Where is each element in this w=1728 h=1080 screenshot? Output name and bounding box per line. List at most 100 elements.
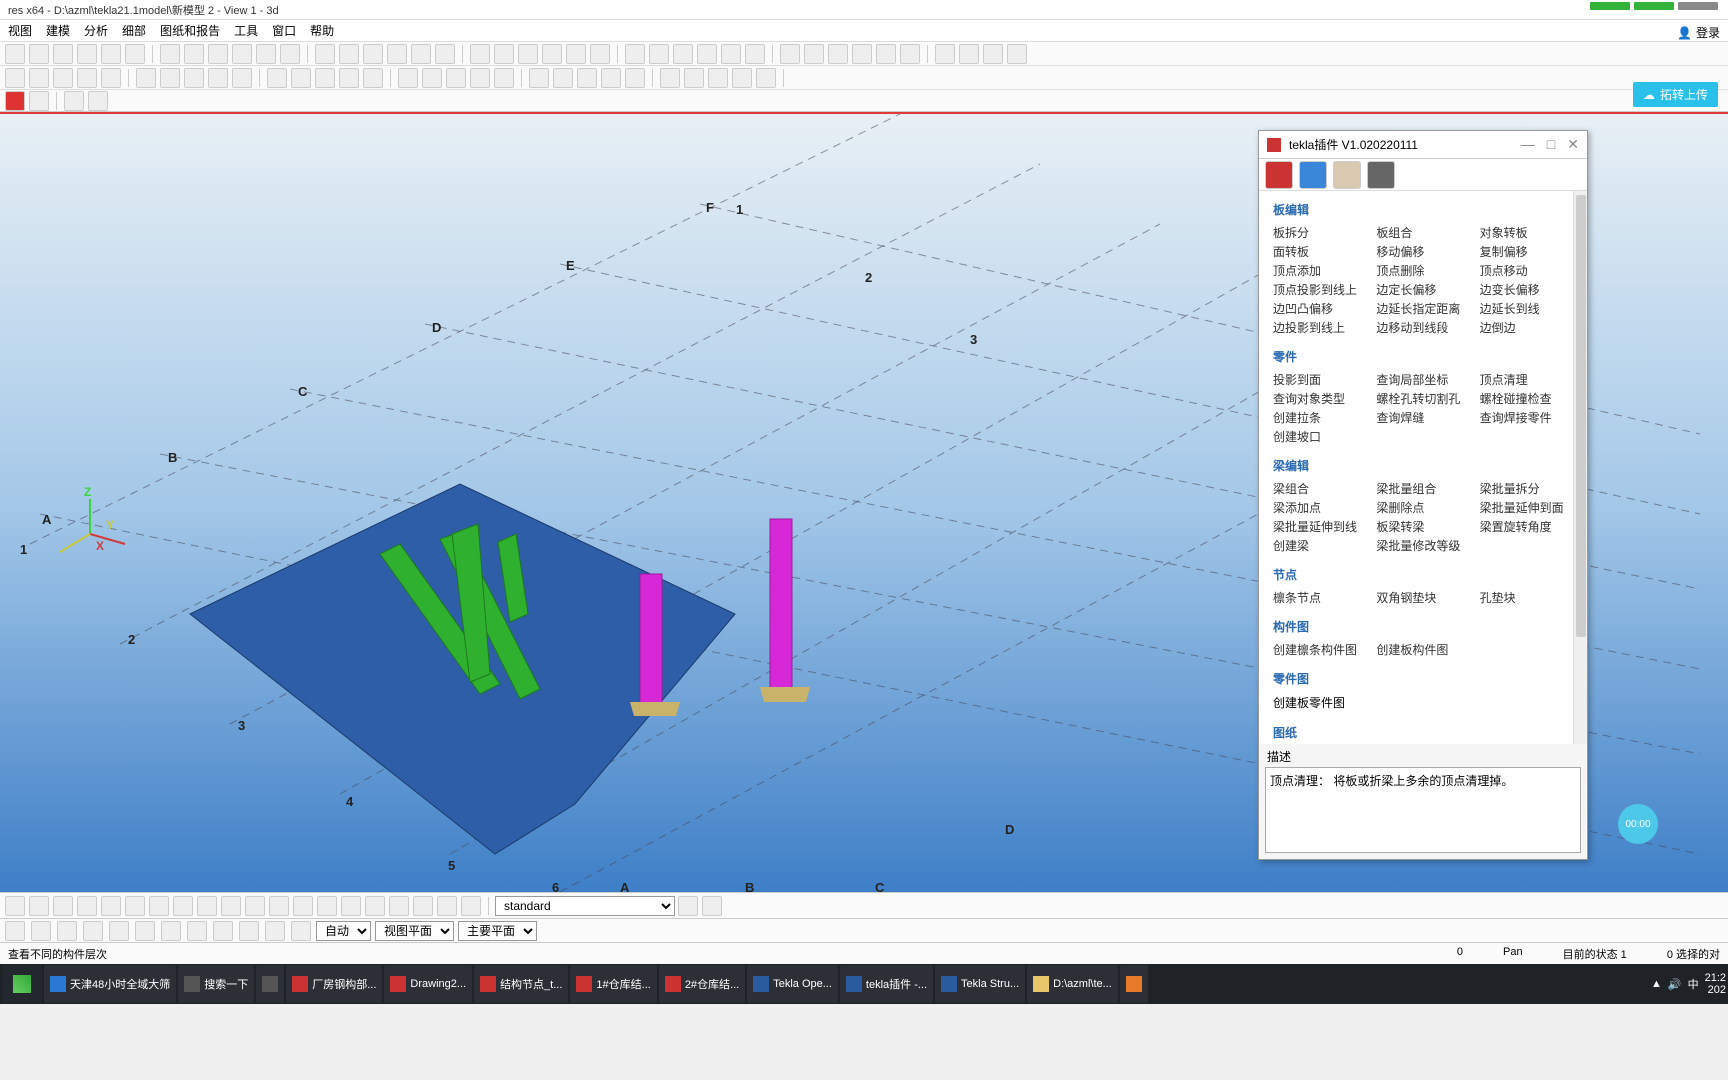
panel-command[interactable]: 边变长偏移 — [1480, 281, 1573, 298]
bottom-tool-button[interactable] — [125, 896, 145, 916]
toolbar-button[interactable] — [29, 91, 49, 111]
toolbar-button[interactable] — [101, 68, 121, 88]
panel-command[interactable]: 创建梁 — [1273, 537, 1366, 554]
tray-icon[interactable]: ▲ — [1651, 978, 1662, 990]
taskbar-item[interactable] — [256, 965, 284, 1003]
section-header[interactable]: 板编辑 — [1267, 197, 1579, 222]
taskbar-item[interactable]: D:\azml\te... — [1027, 965, 1118, 1003]
bottom-tool-button[interactable] — [29, 896, 49, 916]
menu-tools[interactable]: 工具 — [234, 22, 258, 39]
toolbar-button[interactable] — [5, 68, 25, 88]
toolbar-button[interactable] — [232, 68, 252, 88]
toolbar-button[interactable] — [29, 44, 49, 64]
system-tray[interactable]: ▲ 🔊 中 21:2 202 — [1651, 972, 1726, 996]
toolbar-button[interactable] — [780, 44, 800, 64]
toolbar-button[interactable] — [601, 68, 621, 88]
panel-command[interactable]: 创建板零件图 — [1273, 693, 1573, 712]
bottom-tool-button[interactable] — [293, 896, 313, 916]
menu-window[interactable]: 窗口 — [272, 22, 296, 39]
flag-icon[interactable] — [5, 91, 25, 111]
taskbar-item[interactable]: Tekla Ope... — [747, 965, 838, 1003]
panel-command[interactable]: 螺栓孔转切割孔 — [1376, 390, 1469, 407]
panel-command[interactable]: 复制偏移 — [1480, 243, 1573, 260]
toolbar-button[interactable] — [184, 68, 204, 88]
start-button[interactable] — [2, 965, 42, 1003]
toolbar-button[interactable] — [553, 68, 573, 88]
toolbar-button[interactable] — [77, 44, 97, 64]
bottom-tool-button[interactable] — [173, 896, 193, 916]
toolbar-button[interactable] — [136, 68, 156, 88]
toolbar-button[interactable] — [208, 44, 228, 64]
panel-command[interactable]: 梁批量延伸到面 — [1480, 499, 1573, 516]
toolbar-button[interactable] — [745, 44, 765, 64]
toolbar-button[interactable] — [5, 44, 25, 64]
bottom-tool-button[interactable] — [109, 921, 129, 941]
taskbar-item[interactable]: 2#仓库结... — [659, 965, 745, 1003]
toolbar-button[interactable] — [684, 68, 704, 88]
toolbar-button[interactable] — [160, 68, 180, 88]
toolbar-button[interactable] — [983, 44, 1003, 64]
toolbar-button[interactable] — [398, 68, 418, 88]
menu-help[interactable]: 帮助 — [310, 22, 334, 39]
toolbar-button[interactable] — [542, 44, 562, 64]
panel-command[interactable]: 顶点添加 — [1273, 262, 1366, 279]
toolbar-button[interactable] — [267, 68, 287, 88]
bottom-tool-button[interactable] — [678, 896, 698, 916]
toolbar-button[interactable] — [959, 44, 979, 64]
panel-command[interactable]: 梁批量延伸到线 — [1273, 518, 1366, 535]
panel-command[interactable]: 顶点移动 — [1480, 262, 1573, 279]
panel-command[interactable]: 投影到面 — [1273, 371, 1366, 388]
toolbar-button[interactable] — [494, 68, 514, 88]
panel-command[interactable]: 板组合 — [1376, 224, 1469, 241]
toolbar-button[interactable] — [732, 68, 752, 88]
bottom-tool-button[interactable] — [101, 896, 121, 916]
panel-command[interactable]: 创建坡口 — [1273, 428, 1366, 445]
toolbar-button[interactable] — [708, 68, 728, 88]
panel-command[interactable]: 查询焊接零件 — [1480, 409, 1573, 426]
taskbar-item[interactable]: 1#仓库结... — [570, 965, 656, 1003]
bottom-tool-button[interactable] — [187, 921, 207, 941]
panel-command[interactable]: 梁批量拆分 — [1480, 480, 1573, 497]
bottom-tool-button[interactable] — [213, 921, 233, 941]
toolbar-button[interactable] — [363, 68, 383, 88]
toolbar-button[interactable] — [77, 68, 97, 88]
section-header[interactable]: 图纸 — [1267, 720, 1579, 744]
toolbar-button[interactable] — [125, 44, 145, 64]
section-header[interactable]: 零件图 — [1267, 666, 1579, 691]
taskbar-item[interactable]: 搜索一下 — [178, 965, 254, 1003]
time-pill[interactable]: 00:00 — [1618, 804, 1658, 844]
menu-drawings[interactable]: 图纸和报告 — [160, 22, 220, 39]
bottom-tool-button[interactable] — [53, 896, 73, 916]
toolbar-button[interactable] — [387, 44, 407, 64]
toolbar-button[interactable] — [577, 68, 597, 88]
bottom-tool-button[interactable] — [389, 896, 409, 916]
bottom-tool-button[interactable] — [461, 896, 481, 916]
tray-icon[interactable]: 🔊 — [1668, 978, 1682, 991]
toolbar-button[interactable] — [828, 44, 848, 64]
toolbar-button[interactable] — [315, 44, 335, 64]
toolbar-button[interactable] — [756, 68, 776, 88]
panel-command[interactable]: 双角钢垫块 — [1376, 589, 1469, 606]
toolbar-button[interactable] — [625, 68, 645, 88]
toolbar-button[interactable] — [446, 68, 466, 88]
panel-command[interactable]: 梁批量修改等级 — [1376, 537, 1469, 554]
toolbar-button[interactable] — [53, 44, 73, 64]
panel-command[interactable]: 顶点投影到线上 — [1273, 281, 1366, 298]
menu-model[interactable]: 建模 — [46, 22, 70, 39]
toolbar-button[interactable] — [852, 44, 872, 64]
panel-command[interactable]: 移动偏移 — [1376, 243, 1469, 260]
panel-command[interactable]: 创建板构件图 — [1376, 641, 1469, 658]
panel-command[interactable]: 螺栓碰撞检查 — [1480, 390, 1573, 407]
taskbar-item[interactable]: 天津48小时全域大筛 — [44, 965, 176, 1003]
bottom-tool-button[interactable] — [365, 896, 385, 916]
panel-command[interactable]: 边倒边 — [1480, 319, 1573, 336]
panel-command[interactable]: 梁添加点 — [1273, 499, 1366, 516]
panel-command[interactable]: 边移动到线段 — [1376, 319, 1469, 336]
taskbar-item[interactable]: tekla插件 -... — [840, 965, 933, 1003]
toolbar-button[interactable] — [53, 68, 73, 88]
viewport-3d[interactable]: A B C D E F 1 2 3 4 5 6 A B C D 1 2 3 4 … — [0, 114, 1728, 892]
toolbar-button[interactable] — [256, 44, 276, 64]
model-column[interactable] — [760, 519, 810, 702]
ime-indicator[interactable]: 中 — [1688, 976, 1699, 992]
toolbar-button[interactable] — [529, 68, 549, 88]
